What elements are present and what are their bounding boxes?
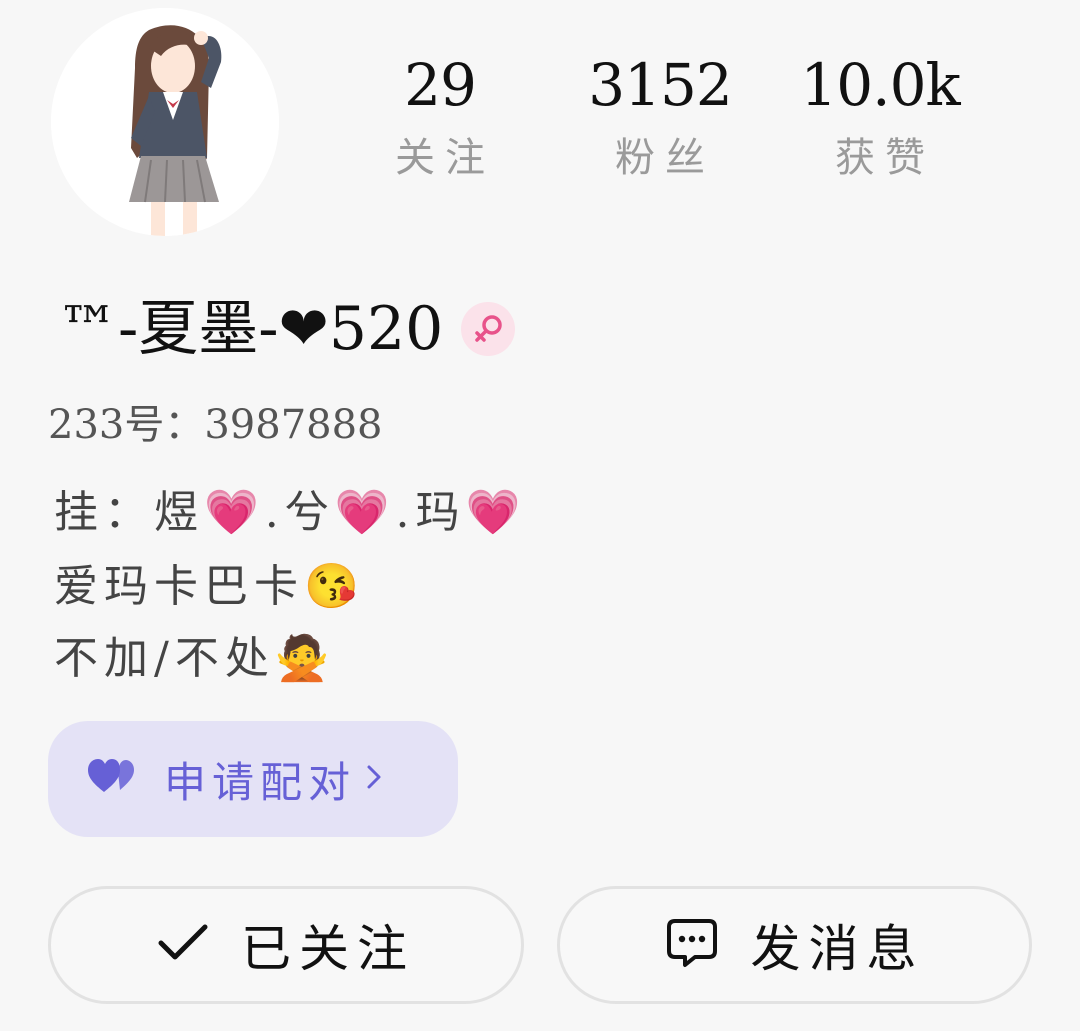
likes-count: 10.0k — [800, 51, 960, 119]
pair-request-button[interactable]: 申请配对 — [48, 721, 458, 837]
chat-bubble-icon — [665, 917, 719, 973]
pair-request-label: 申请配对 — [164, 757, 357, 807]
fans-label: 粉丝 — [615, 135, 715, 181]
stat-following[interactable]: 29 关注 — [350, 48, 530, 186]
check-icon — [157, 923, 209, 967]
chevron-right-icon — [364, 762, 384, 796]
send-message-label: 发消息 — [750, 920, 925, 978]
bio-line: 挂：煜💗.兮💗.玛💗 — [54, 487, 527, 538]
fans-count: 3152 — [588, 51, 733, 119]
likes-label: 获赞 — [835, 135, 935, 181]
following-label: 关注 — [395, 135, 495, 181]
female-icon — [461, 302, 516, 356]
followed-button[interactable]: 已关注 — [48, 886, 524, 1004]
stat-likes[interactable]: 10.0k 获赞 — [790, 48, 970, 186]
followed-label: 已关注 — [241, 920, 415, 978]
profile-name: ™-夏墨-❤520 — [58, 294, 444, 364]
avatar[interactable] — [51, 8, 279, 236]
stat-fans[interactable]: 3152 粉丝 — [570, 48, 750, 186]
send-message-button[interactable]: 发消息 — [557, 886, 1032, 1004]
name-row: ™-夏墨-❤520 — [58, 284, 516, 374]
following-count: 29 — [404, 51, 477, 119]
double-heart-icon — [88, 758, 138, 800]
user-id: 233号：3987888 — [48, 402, 383, 448]
bio-line: 爱玛卡巴卡😘 — [54, 561, 365, 612]
anime-girl-avatar — [51, 8, 279, 236]
bio-line: 不加/不处🙅 — [54, 633, 336, 684]
